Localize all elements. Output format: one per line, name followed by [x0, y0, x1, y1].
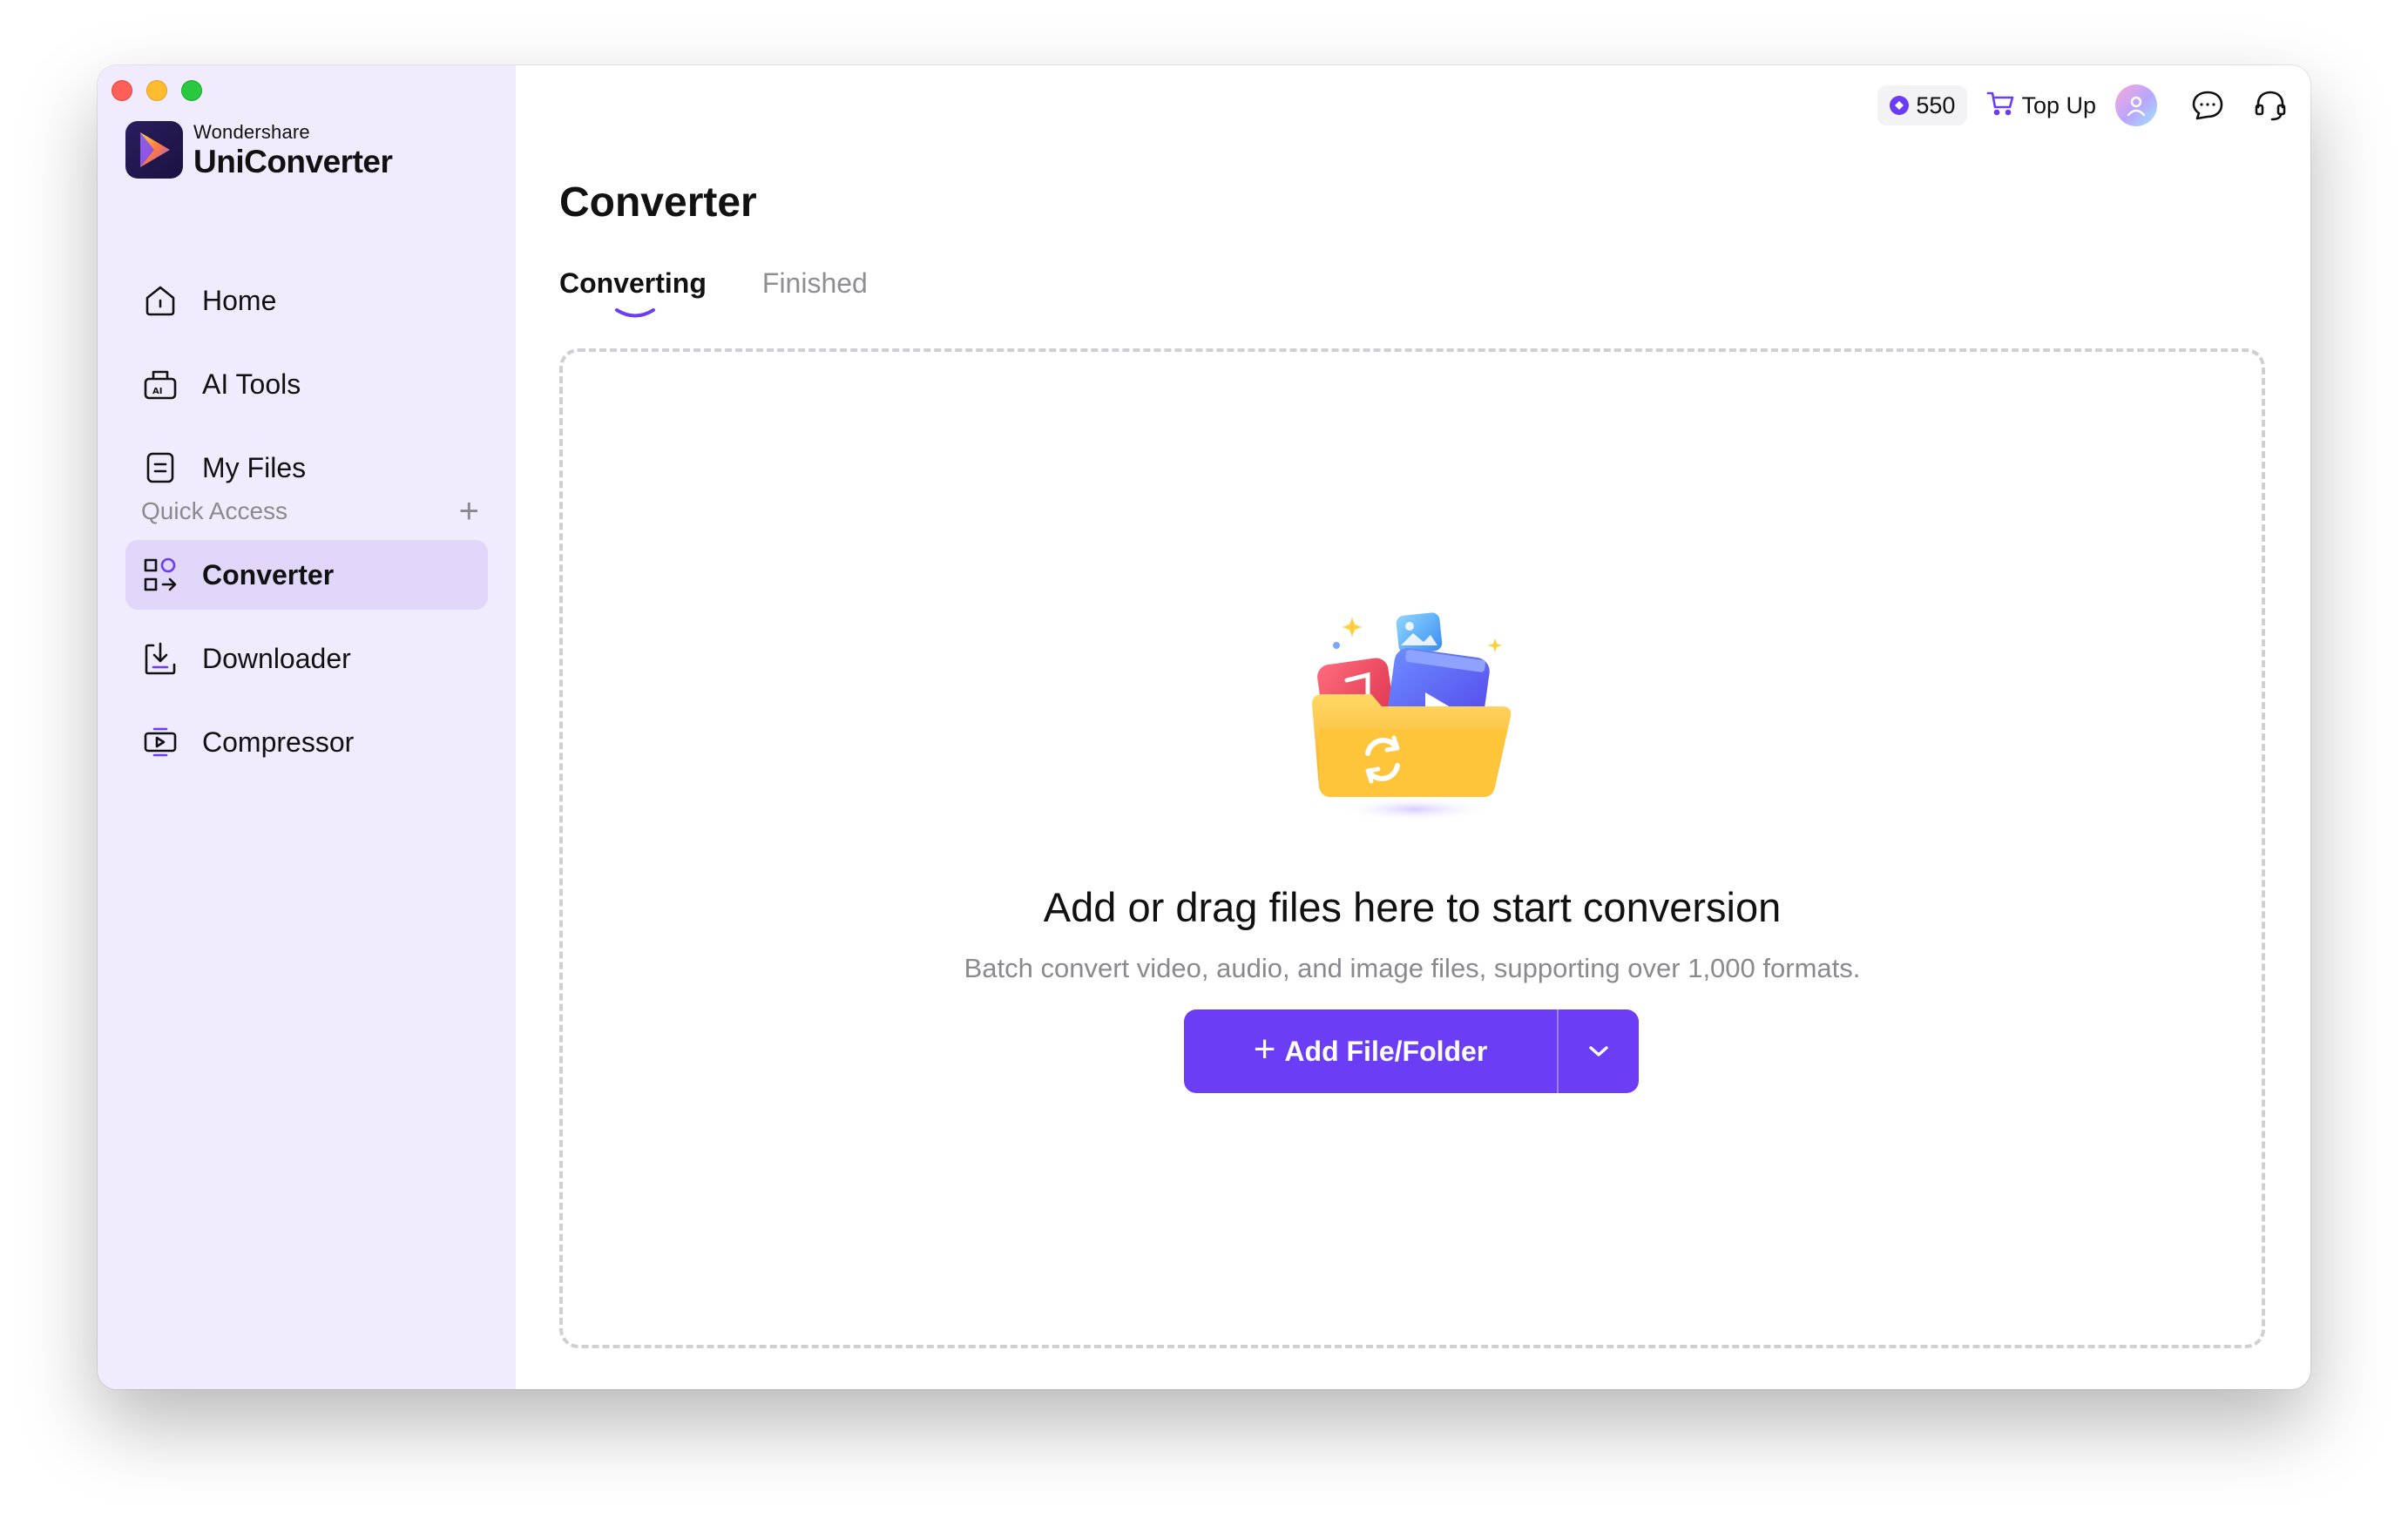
user-avatar[interactable]	[2115, 84, 2157, 126]
quick-access-header: Quick Access +	[141, 494, 479, 529]
app-window: Wondershare UniConverter Home AI AI Tool…	[98, 65, 2310, 1389]
credits-badge[interactable]: 550	[1877, 85, 1968, 125]
chat-icon	[2192, 91, 2223, 120]
main-nav: Home AI AI Tools My Files	[125, 266, 488, 516]
ai-tools-icon: AI	[141, 365, 179, 403]
window-controls	[112, 80, 202, 101]
chevron-down-icon	[1589, 1046, 1608, 1057]
uniconverter-logo-icon	[125, 121, 183, 179]
sidebar-item-label: Converter	[202, 558, 335, 591]
close-window-button[interactable]	[112, 80, 132, 101]
home-icon	[141, 281, 179, 320]
downloader-icon	[141, 639, 179, 678]
add-file-folder-button[interactable]: + Add File/Folder	[1184, 1009, 1557, 1093]
credits-coin-icon	[1890, 96, 1910, 115]
sidebar-item-label: AI Tools	[202, 368, 301, 400]
sidebar-item-converter[interactable]: Converter	[125, 540, 488, 610]
add-quick-access-icon[interactable]: +	[459, 494, 479, 529]
sidebar-item-home[interactable]: Home	[125, 266, 488, 335]
sidebar-item-label: My Files	[202, 451, 307, 483]
sidebar-item-label: Compressor	[202, 726, 355, 758]
sidebar-item-label: Downloader	[202, 642, 351, 674]
sidebar-item-downloader[interactable]: Downloader	[125, 624, 488, 693]
zoom-window-button[interactable]	[181, 80, 202, 101]
svg-text:AI: AI	[152, 387, 162, 396]
sidebar-item-label: Home	[202, 284, 277, 316]
brand: Wondershare UniConverter	[125, 120, 393, 179]
sidebar-item-my-files[interactable]: My Files	[125, 433, 488, 503]
quick-access-nav: Converter Downloader Compressor	[125, 540, 488, 791]
add-file-folder-label: Add File/Folder	[1284, 1035, 1488, 1067]
tab-finished[interactable]: Finished	[762, 267, 868, 300]
sidebar-item-ai-tools[interactable]: AI AI Tools	[125, 349, 488, 419]
sidebar-item-compressor[interactable]: Compressor	[125, 707, 488, 777]
converter-icon	[141, 556, 179, 594]
brand-subtitle: Wondershare	[193, 120, 310, 143]
sidebar: Wondershare UniConverter Home AI AI Tool…	[98, 65, 516, 1389]
add-file-folder-button-group: + Add File/Folder	[1184, 1009, 1639, 1093]
drop-zone-title: Add or drag files here to start conversi…	[1043, 884, 1782, 930]
my-files-icon	[141, 449, 179, 487]
tab-label: Finished	[761, 267, 868, 299]
support-button[interactable]	[2251, 86, 2290, 125]
drop-zone-subtitle: Batch convert video, audio, and image fi…	[964, 953, 1861, 983]
credits-count: 550	[1916, 91, 1956, 118]
top-up-label: Top Up	[2021, 91, 2096, 118]
quick-access-label: Quick Access	[141, 497, 288, 524]
top-up-button[interactable]: Top Up	[1986, 91, 2096, 121]
cart-icon	[1986, 91, 2014, 121]
minimize-window-button[interactable]	[146, 80, 167, 101]
tabs: Converting Finished	[559, 267, 923, 318]
feedback-button[interactable]	[2188, 86, 2227, 125]
add-options-dropdown-button[interactable]	[1557, 1009, 1639, 1093]
brand-title: UniConverter	[193, 143, 393, 179]
top-bar: 550 Top Up	[1877, 84, 2290, 126]
plus-icon: +	[1253, 1028, 1276, 1070]
headset-icon	[2255, 91, 2286, 121]
tab-label: Converting	[559, 267, 707, 299]
tab-active-indicator	[615, 308, 655, 318]
page-title: Converter	[559, 179, 757, 226]
folder-media-illustration	[1302, 600, 1528, 831]
compressor-icon	[141, 723, 179, 761]
file-drop-zone[interactable]: Add or drag files here to start conversi…	[559, 348, 2265, 1348]
tab-converting[interactable]: Converting	[559, 267, 707, 318]
